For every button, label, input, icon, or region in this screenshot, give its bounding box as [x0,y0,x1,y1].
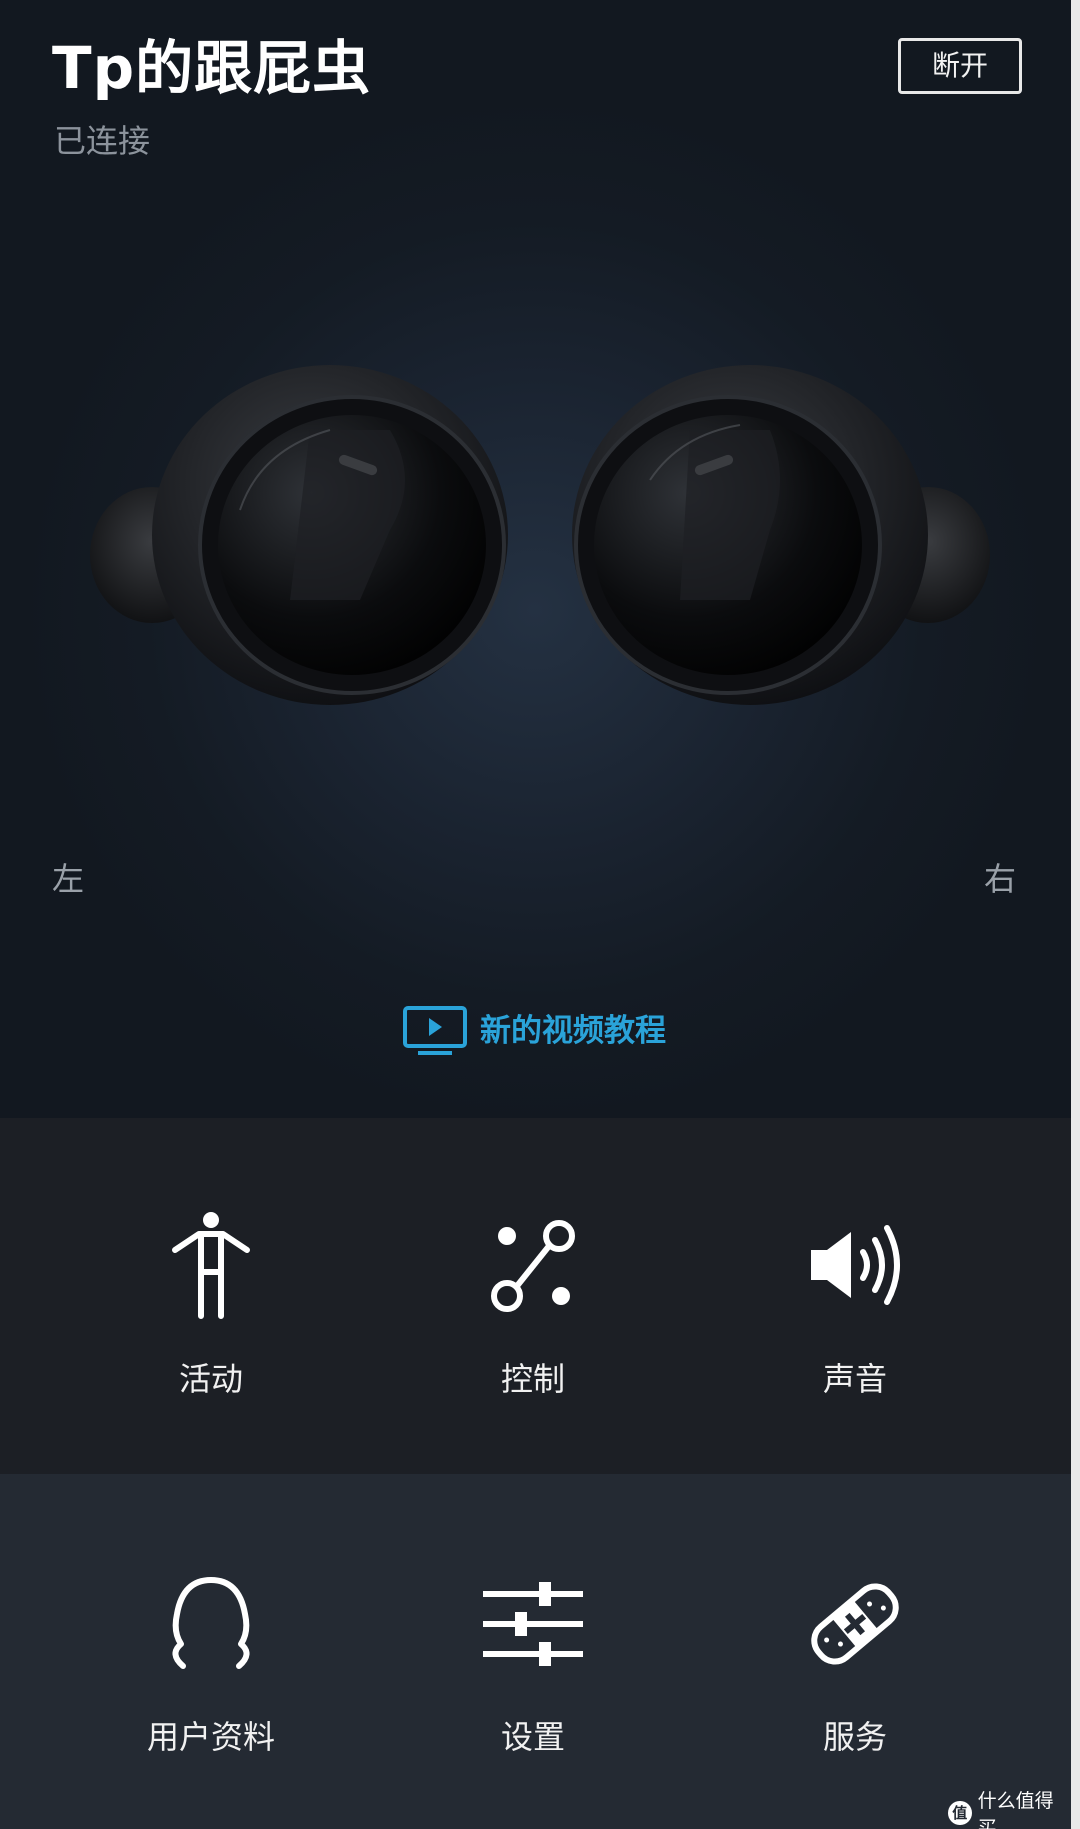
menu-row-1: 活动 控制 声音 [0,1118,1071,1474]
disconnect-button[interactable]: 断开 [898,38,1022,94]
menu-label-service: 服务 [822,1718,887,1756]
person-activity-icon [172,1212,250,1319]
menu-label-activity: 活动 [178,1360,243,1398]
app-screen: Tp的跟屁虫 已连接 断开 左 右 新的视频教程 活动 控制 声音 用户资料 设… [0,0,1071,1829]
speaker-volume-icon [811,1225,900,1305]
page-edge [1071,0,1080,1829]
user-profile-icon [172,1577,250,1669]
control-nodes-icon [491,1220,575,1312]
menu-item-activity[interactable]: 活动 [50,1118,372,1474]
bandage-service-icon [811,1583,899,1665]
left-earbud [90,365,508,705]
device-hero: Tp的跟屁虫 已连接 断开 左 右 新的视频教程 [0,0,1071,1118]
menu-label-control: 控制 [500,1360,565,1398]
menu-item-user-profile[interactable]: 用户资料 [50,1474,372,1829]
left-earbud-label: 左 [52,860,85,898]
sliders-settings-icon [483,1582,583,1666]
menu-label-settings: 设置 [500,1718,565,1756]
menu-item-sound[interactable]: 声音 [694,1118,1016,1474]
connection-status: 已连接 [54,122,151,160]
menu-item-settings[interactable]: 设置 [372,1474,694,1829]
menu-item-control[interactable]: 控制 [372,1118,694,1474]
device-name: Tp的跟屁虫 [52,34,372,102]
menu-label-user-profile: 用户资料 [146,1718,275,1756]
video-tutorial-link[interactable]: 新的视频教程 [402,1004,666,1058]
watermark: 值 什么值得买 [948,1786,1071,1829]
right-earbud [572,365,990,705]
menu-label-sound: 声音 [822,1360,887,1398]
menu-item-service[interactable]: 服务 [694,1474,1016,1829]
earbuds-image [90,365,990,705]
menu-row-2: 用户资料 设置 服务 [0,1474,1071,1829]
watermark-logo-icon: 值 [948,1801,972,1825]
right-earbud-label: 右 [984,860,1017,898]
watermark-text: 什么值得买 [977,1790,1054,1829]
video-play-icon [403,1006,467,1055]
video-tutorial-label: 新的视频教程 [480,1013,666,1049]
